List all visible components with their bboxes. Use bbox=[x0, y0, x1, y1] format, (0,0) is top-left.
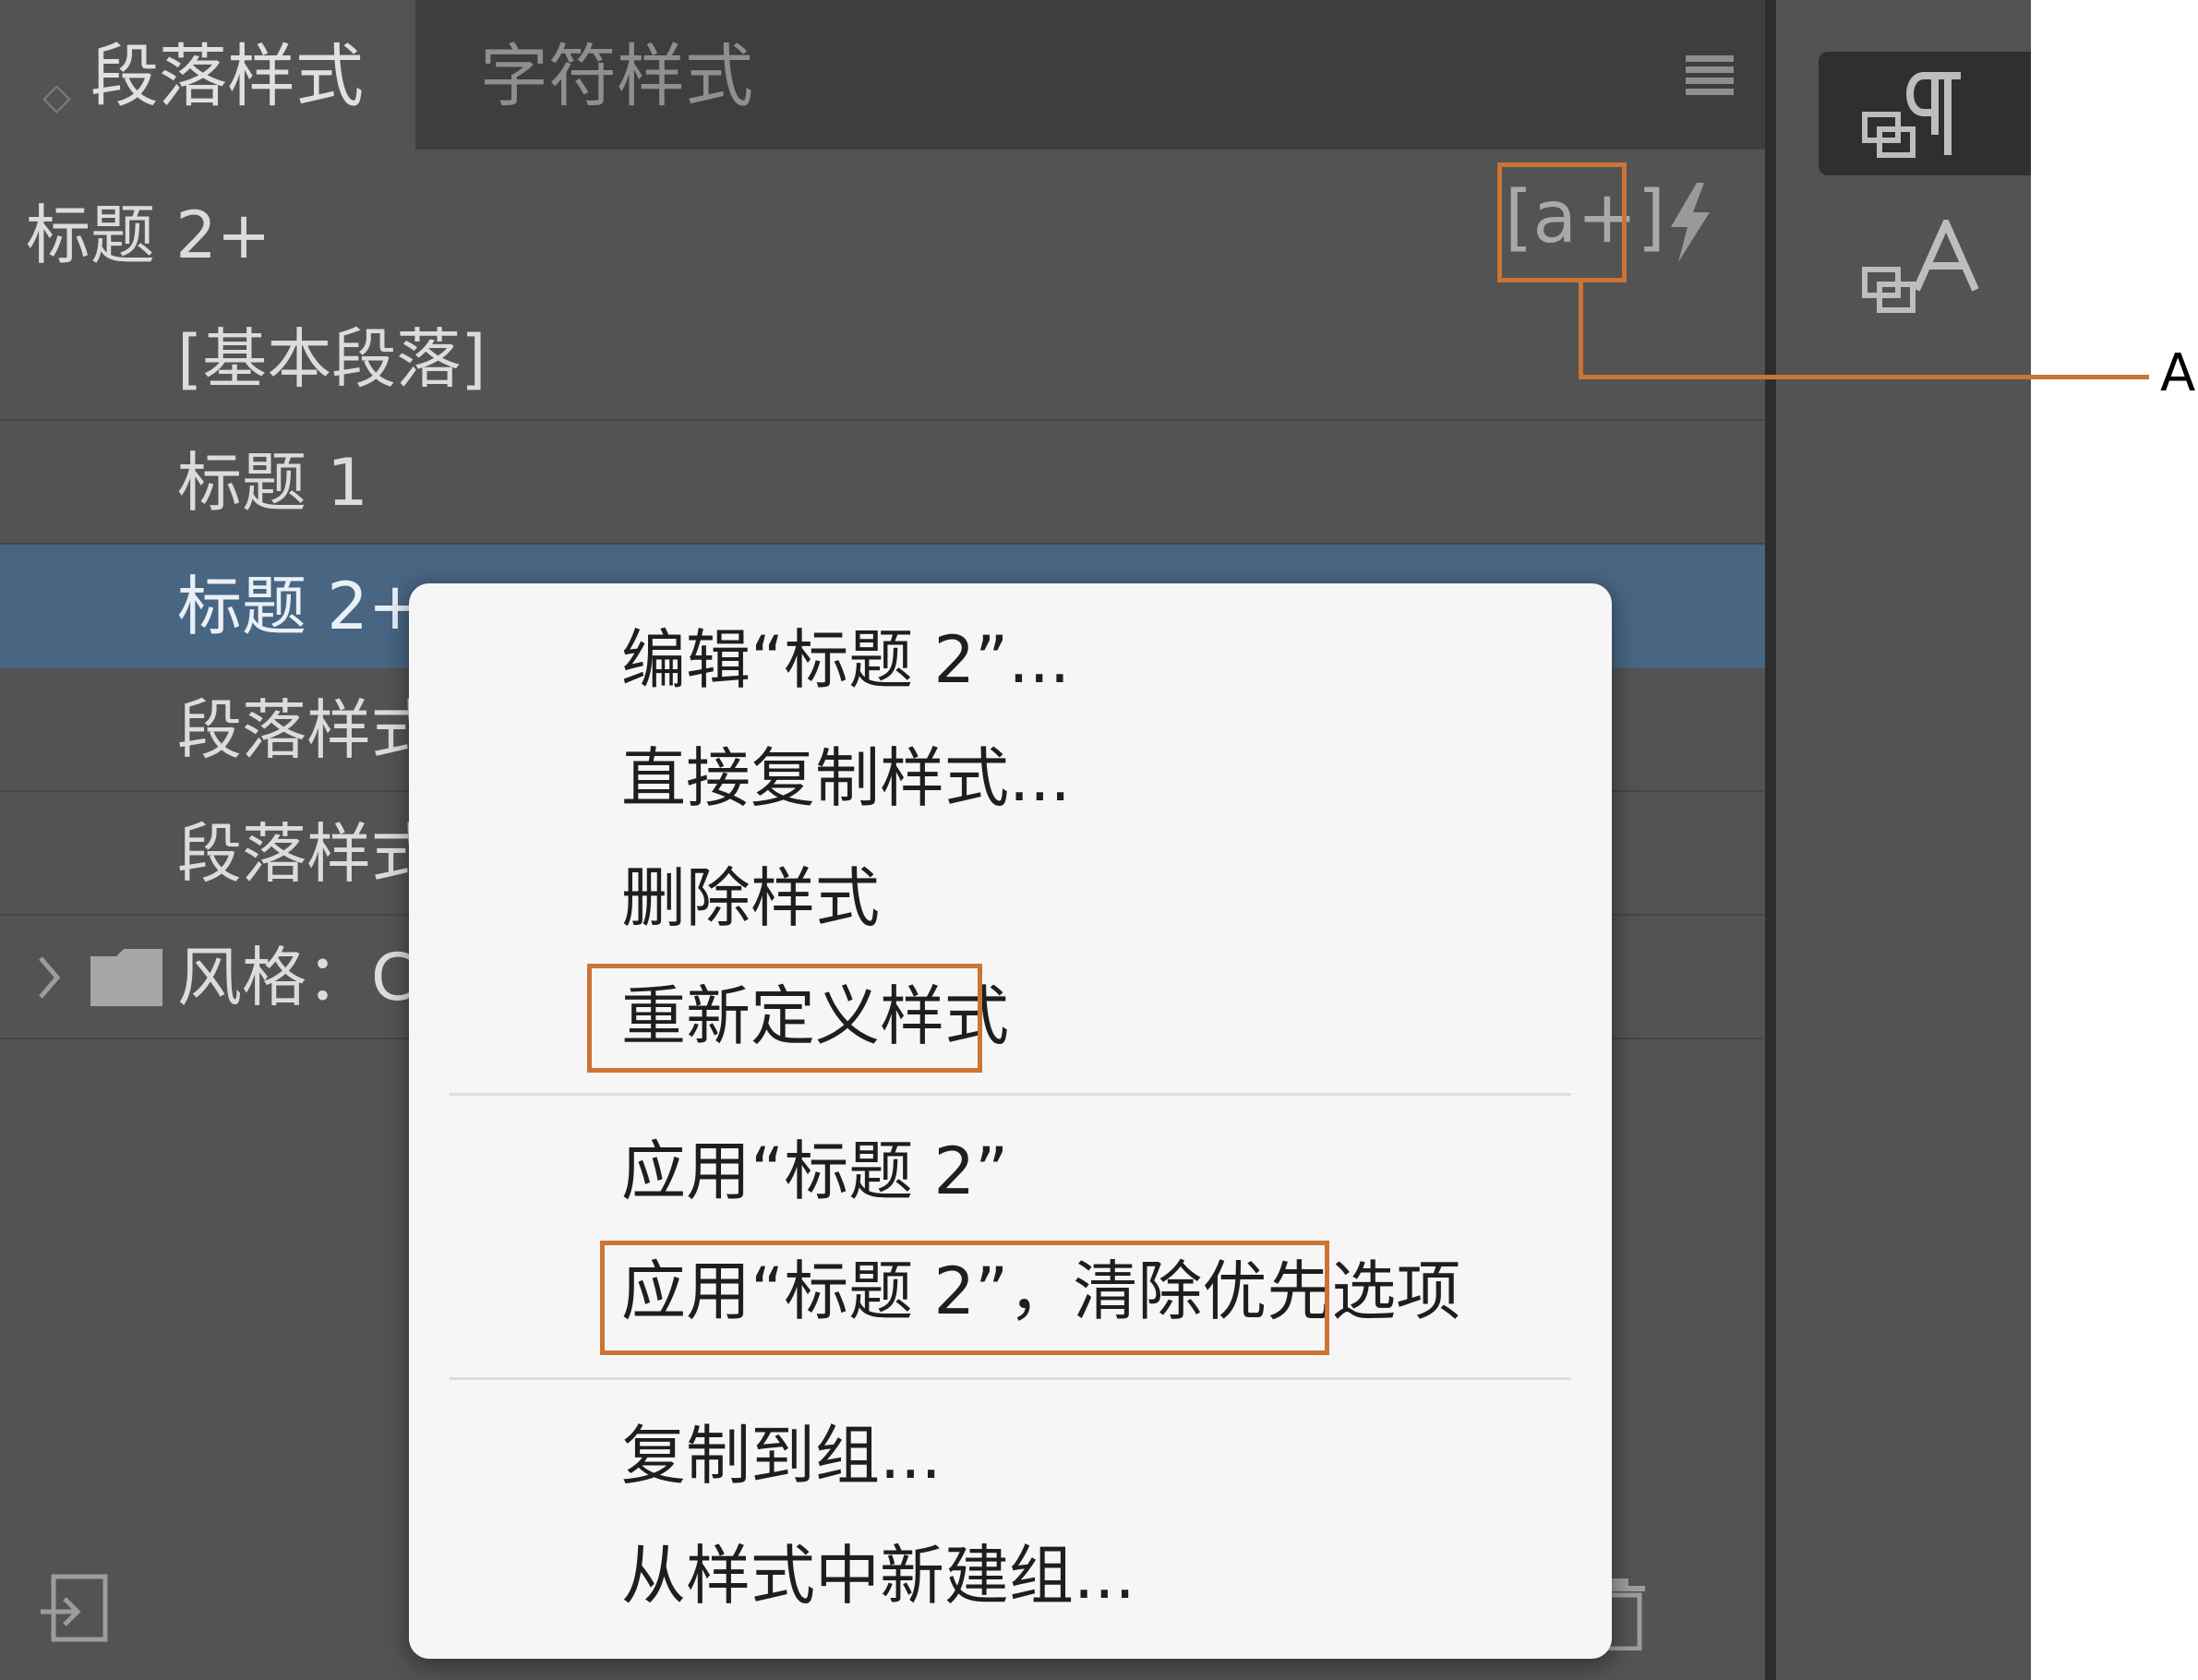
lightning-icon[interactable] bbox=[1662, 181, 1717, 264]
style-item-label: [基本段落] bbox=[177, 321, 486, 397]
character-styles-icon bbox=[1862, 220, 1979, 313]
menu-item-copy-to-group[interactable]: 复制到组... bbox=[621, 1414, 942, 1497]
menu-item-delete-style[interactable]: 删除样式 bbox=[621, 857, 880, 940]
load-styles-icon[interactable] bbox=[37, 1571, 111, 1645]
folder-icon bbox=[90, 949, 162, 1006]
style-item-label: 段落样式 bbox=[177, 692, 436, 768]
style-item-basic-paragraph[interactable]: [基本段落] bbox=[0, 297, 1765, 421]
tab-paragraph-styles-label: 段落样式 bbox=[90, 37, 364, 116]
menu-item-apply-style[interactable]: 应用“标题 2” bbox=[621, 1130, 1008, 1213]
menu-separator bbox=[450, 1377, 1571, 1380]
menu-item-edit-style[interactable]: 编辑“标题 2”... bbox=[621, 618, 1070, 702]
style-context-menu: 编辑“标题 2”... 直接复制样式... 删除样式 重新定义样式 应用“标题 … bbox=[409, 583, 1612, 1659]
style-item-label: 标题 2+ bbox=[177, 569, 423, 644]
tab-bar: ◇ 段落样式 字符样式 bbox=[0, 0, 1765, 150]
highlight-apply-clear-overrides bbox=[600, 1241, 1329, 1355]
style-item-label: 标题 1 bbox=[177, 445, 368, 521]
panel-menu-icon[interactable] bbox=[1686, 55, 1734, 96]
highlight-new-style-button bbox=[1497, 162, 1627, 282]
tab-character-styles[interactable]: 字符样式 bbox=[415, 0, 803, 150]
panel-divider bbox=[1765, 0, 1776, 1680]
style-item-label: 段落样式 bbox=[177, 816, 436, 892]
current-style-label: 标题 2+ bbox=[26, 198, 271, 273]
tab-paragraph-styles[interactable]: ◇ 段落样式 bbox=[0, 0, 415, 150]
paragraph-styles-icon bbox=[1862, 72, 1961, 158]
dock-character-styles-button[interactable] bbox=[1819, 209, 2031, 332]
menu-item-new-group-from-styles[interactable]: 从样式中新建组... bbox=[621, 1534, 1135, 1617]
callout-line-vertical bbox=[1579, 282, 1583, 379]
side-dock bbox=[1776, 0, 2031, 1680]
menu-item-duplicate-style[interactable]: 直接复制样式... bbox=[621, 737, 1071, 820]
style-item-heading-1[interactable]: 标题 1 bbox=[0, 421, 1765, 545]
menu-separator bbox=[450, 1093, 1571, 1096]
highlight-redefine-style bbox=[587, 964, 982, 1073]
tab-character-styles-label: 字符样式 bbox=[480, 37, 753, 116]
tab-toggle-icon[interactable]: ◇ bbox=[42, 55, 71, 138]
dock-paragraph-styles-button[interactable] bbox=[1819, 52, 2031, 175]
callout-line-horizontal bbox=[1579, 375, 2149, 379]
callout-label: A bbox=[2160, 343, 2196, 403]
chevron-right-icon[interactable] bbox=[35, 954, 63, 1001]
